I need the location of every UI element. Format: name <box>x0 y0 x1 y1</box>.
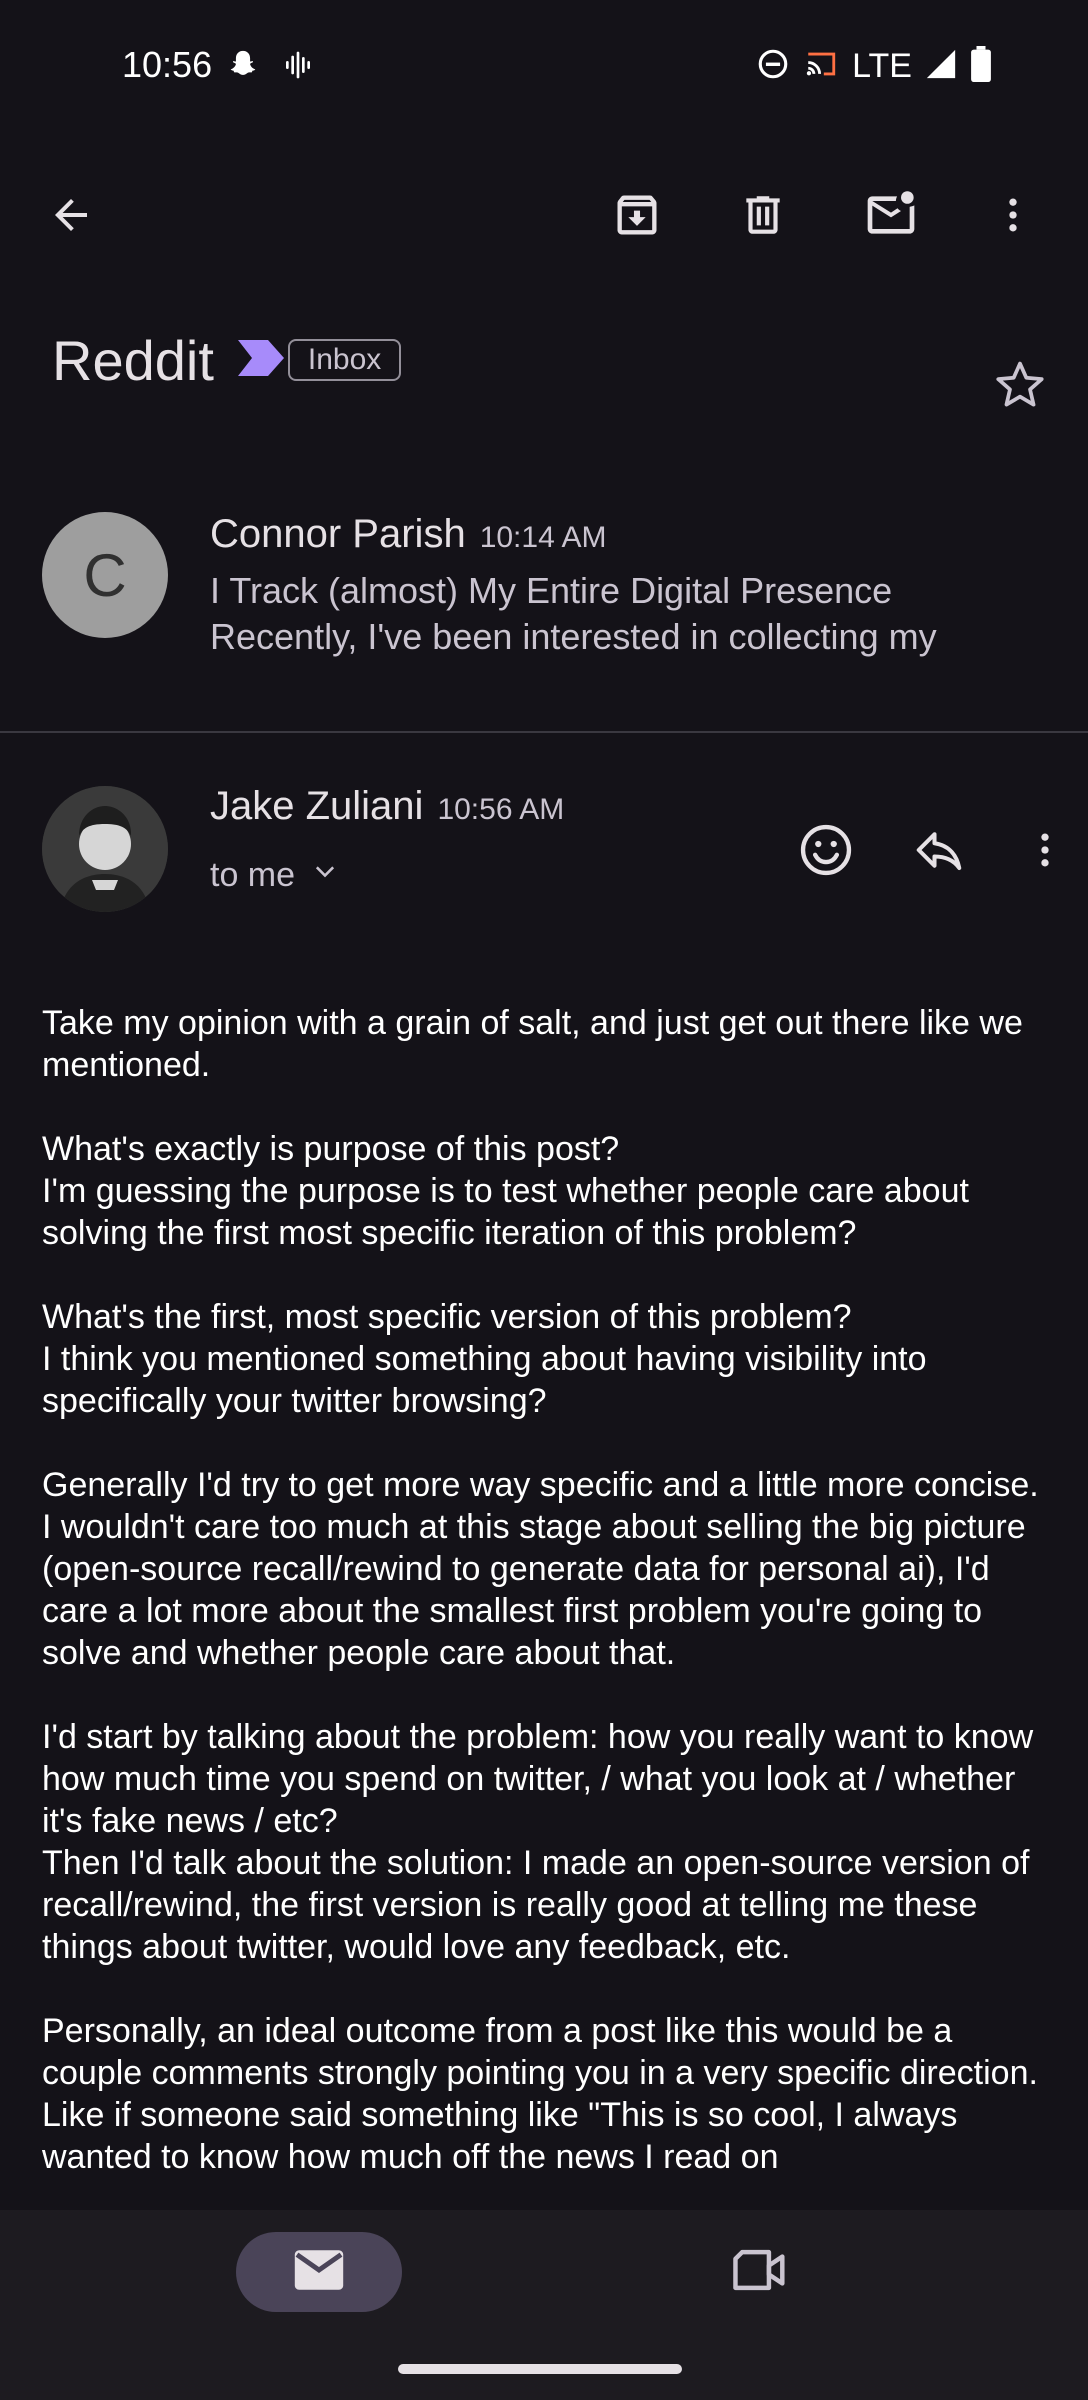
delete-icon[interactable] <box>718 170 808 260</box>
body-paragraph: Personally, an ideal outcome from a post… <box>42 2010 1052 2178</box>
recipient-details[interactable]: to me <box>210 856 339 895</box>
message-snippet-line2: Recently, I've been interested in collec… <box>210 616 937 657</box>
mail-tab[interactable] <box>236 2232 402 2312</box>
body-paragraph: I'd start by talking about the problem: … <box>42 1716 1052 1968</box>
message-snippet-line1: I Track (almost) My Entire Digital Prese… <box>210 570 893 611</box>
email-subject: Reddit <box>52 328 214 392</box>
star-icon[interactable] <box>980 345 1060 425</box>
chevron-down-icon <box>311 856 339 895</box>
avatar[interactable]: C <box>42 512 168 638</box>
message-time: 10:14 AM <box>479 521 607 554</box>
collapsed-message[interactable]: C Connor Parish 10:14 AM I Track (almost… <box>0 500 1088 730</box>
sender-name: Jake Zuliani <box>210 784 424 828</box>
body-line: What's the first, most specific version … <box>42 1298 852 1336</box>
add-reaction-icon[interactable] <box>776 810 876 890</box>
back-arrow-icon[interactable] <box>26 170 116 260</box>
signal-icon <box>924 47 958 86</box>
status-time: 10:56 <box>122 44 213 85</box>
avatar[interactable] <box>42 786 168 912</box>
body-line: I'd start by talking about the problem: … <box>42 1718 1034 1840</box>
message-body: Take my opinion with a grain of salt, an… <box>42 1002 1052 2212</box>
subject-row: Reddit Inbox <box>52 320 402 400</box>
body-line: I think you mentioned something about ha… <box>42 1340 927 1420</box>
cast-icon <box>802 47 840 86</box>
network-type: LTE <box>852 47 912 85</box>
status-bar: 10:56 LTE <box>0 0 1088 136</box>
mark-unread-icon[interactable] <box>846 170 936 260</box>
divider <box>0 731 1088 733</box>
more-vert-icon[interactable] <box>968 170 1058 260</box>
body-paragraph: Generally I'd try to get more way specif… <box>42 1464 1052 1674</box>
body-line: I'm guessing the purpose is to test whet… <box>42 1172 969 1252</box>
gmail-message-screen: 10:56 LTE Reddit Inbox C Connor Parish 1… <box>0 0 1088 2400</box>
toolbar <box>0 170 1088 260</box>
inbox-label-chip[interactable]: Inbox <box>287 339 402 381</box>
do-not-disturb-icon <box>756 47 790 86</box>
recipient-label: to me <box>210 856 296 894</box>
body-paragraph: What's exactly is purpose of this post? I… <box>42 1128 1052 1254</box>
body-line: Then I'd talk about the solution: I made… <box>42 1844 1030 1966</box>
message-time: 10:56 AM <box>437 793 565 826</box>
body-line: Take my opinion with a grain of salt, an… <box>42 1004 1023 1084</box>
archive-icon[interactable] <box>592 170 682 260</box>
video-camera-icon <box>731 2247 789 2298</box>
reply-icon[interactable] <box>876 810 1002 890</box>
mail-icon <box>292 2248 346 2297</box>
body-paragraph: What's the first, most specific version … <box>42 1296 1052 1422</box>
body-line: Generally I'd try to get more way specif… <box>42 1466 1039 1672</box>
battery-icon <box>970 46 992 87</box>
meet-tab[interactable] <box>720 2232 800 2312</box>
message-more-icon[interactable] <box>1002 810 1088 890</box>
voicemail-icon <box>282 49 314 86</box>
snapchat-icon <box>226 48 260 87</box>
body-line: What's exactly is purpose of this post? <box>42 1130 620 1168</box>
open-message-header: Jake Zuliani 10:56 AM to me <box>0 780 1088 930</box>
avatar-letter: C <box>83 541 127 609</box>
bottom-navigation <box>0 2210 1088 2400</box>
home-indicator[interactable] <box>398 2364 682 2374</box>
body-paragraph: Take my opinion with a grain of salt, an… <box>42 1002 1052 1086</box>
sender-name: Connor Parish <box>210 512 466 556</box>
body-line: Personally, an ideal outcome from a post… <box>42 2012 1038 2176</box>
importance-marker-icon[interactable] <box>237 339 284 381</box>
